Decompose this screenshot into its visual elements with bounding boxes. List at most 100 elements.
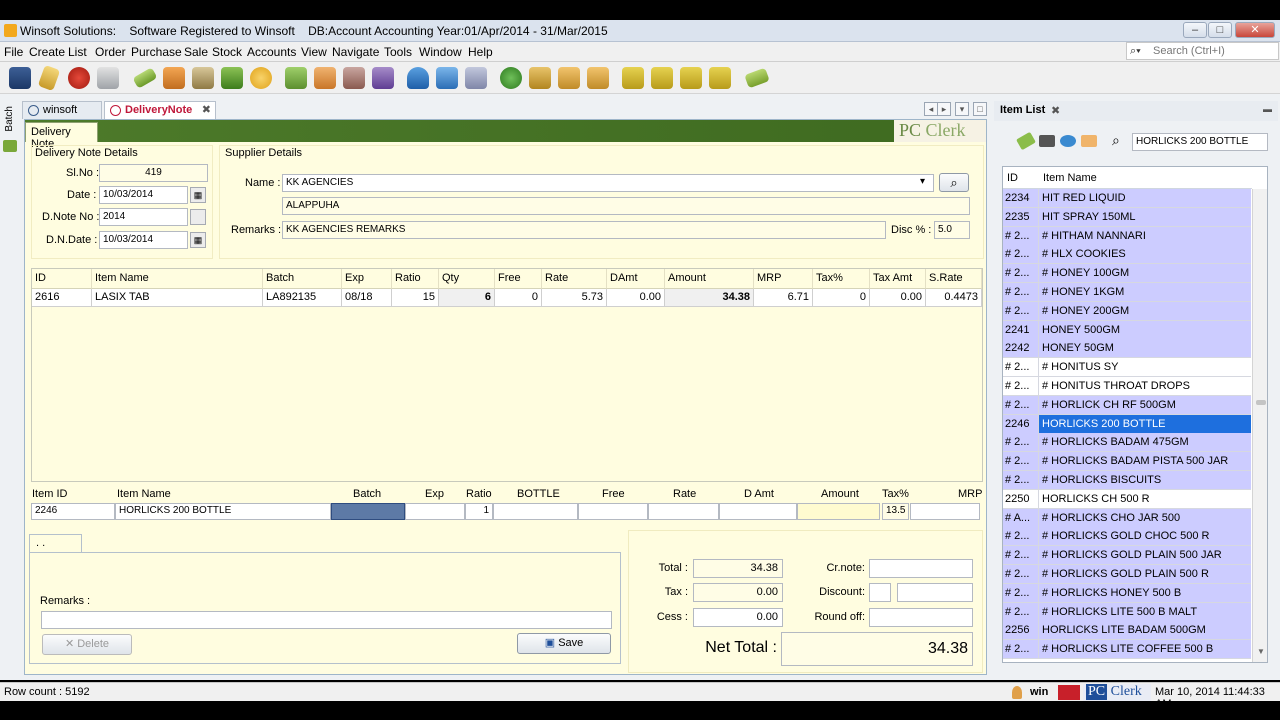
entry-damt-field[interactable] [719,503,797,520]
global-search-input[interactable]: ⌕▾ Search (Ctrl+I) [1126,42,1279,60]
folder-in-icon[interactable] [558,67,580,89]
col-mrp[interactable]: MRP [754,269,813,289]
entry-exp-field[interactable] [405,503,465,520]
search-icon[interactable]: ⌕ [1112,132,1120,149]
upload-icon[interactable] [529,67,551,89]
scroll-thumb[interactable] [1256,400,1266,405]
table-cell[interactable]: 5.73 [542,289,607,307]
roundoff-field[interactable] [869,608,973,627]
menu-purchase[interactable]: Purchase [131,45,182,59]
list-item[interactable]: # 2... # HONITUS THROAT DROPS [1003,377,1251,396]
calendar-icon[interactable]: ▦ [190,232,206,248]
add-item-icon[interactable] [465,67,487,89]
menu-navigate[interactable]: Navigate [332,45,379,59]
dnote-lookup-button[interactable] [190,209,206,225]
date-field[interactable]: 10/03/2014 [99,186,188,204]
entry-amount-field[interactable] [797,503,880,520]
close-icon[interactable]: ✖ [1051,104,1060,117]
menu-view[interactable]: View [301,45,327,59]
list-item[interactable]: # 2... # HORLICKS GOLD CHOC 500 R [1003,527,1251,547]
label-icon[interactable] [744,67,770,89]
list-item[interactable]: # 2... # HORLICKS BISCUITS [1003,471,1251,490]
list-item[interactable]: 2241 HONEY 500GM [1003,320,1251,340]
entry-item-id-field[interactable]: 2246 [31,503,115,520]
entry-tax-field[interactable]: 13.5 [882,503,909,520]
list-item[interactable]: 2256 HORLICKS LITE BADAM 500GM [1003,621,1251,641]
supplier-name-select[interactable]: KK AGENCIES [282,174,934,192]
list-item[interactable]: # 2... # HORLICK CH RF 500GM [1003,395,1251,415]
broom-icon[interactable] [37,64,61,92]
tab-next-button[interactable]: ▸ [937,102,951,116]
menu-order[interactable]: Order [95,45,126,59]
list-item[interactable]: 2234 HIT RED LIQUID [1003,189,1251,208]
tab-winsoft[interactable]: winsoft [22,101,102,119]
batch-side-tab[interactable]: Batch [0,100,20,160]
cess-field[interactable]: 0.00 [693,608,783,627]
report-1-icon[interactable] [622,67,644,89]
total-field[interactable]: 34.38 [693,559,783,578]
list-item[interactable]: 2246 HORLICKS 200 BOTTLE [1003,414,1251,434]
tax-field[interactable]: 0.00 [693,583,783,602]
col-id[interactable]: ID [1003,167,1039,189]
entry-batch-field[interactable] [331,503,405,520]
list-item[interactable]: # 2... # HITHAM NANNARI [1003,226,1251,246]
item-search-input[interactable]: HORLICKS 200 BOTTLE [1132,133,1268,151]
save-button[interactable]: ▣ Save [517,633,611,654]
minimize-button[interactable]: – [1183,22,1207,38]
entry-mrp-field[interactable] [910,503,980,520]
supplier-address-field[interactable]: ALAPPUHA [282,197,970,215]
scroll-down-icon[interactable]: ▼ [1257,647,1265,656]
money-icon[interactable] [500,67,522,89]
pen-green-icon[interactable] [285,67,307,89]
table-cell[interactable]: 6.71 [754,289,813,307]
list-item[interactable]: # 2... # HORLICKS BADAM PISTA 500 JAR [1003,452,1251,472]
table-cell[interactable]: 0 [495,289,542,307]
list-item[interactable]: 2250 HORLICKS CH 500 R [1003,489,1251,509]
entry-ratio-field[interactable]: 1 [465,503,493,520]
rx-icon[interactable] [250,67,272,89]
entry-item-name-field[interactable]: HORLICKS 200 BOTTLE [115,503,331,520]
col-s-rate[interactable]: S.Rate [926,269,982,289]
alert-icon[interactable] [1058,685,1080,700]
table-cell[interactable]: 6 [439,289,495,307]
col-exp[interactable]: Exp [342,269,392,289]
invoice-icon[interactable] [314,67,336,89]
table-cell[interactable]: 08/18 [342,289,392,307]
supplier-remarks-field[interactable]: KK AGENCIES REMARKS [282,221,886,239]
col-rate[interactable]: Rate [542,269,607,289]
entry-bottle-field[interactable] [493,503,578,520]
table-cell[interactable]: LASIX TAB [92,289,263,307]
bottom-remarks-field[interactable] [41,611,612,629]
supplier-search-button[interactable]: ⌕ [939,173,969,192]
net-total-field[interactable]: 34.38 [781,632,973,666]
col-id[interactable]: ID [32,269,92,289]
col-tax-amt[interactable]: Tax Amt [870,269,926,289]
list-item[interactable]: # 2... # HONEY 200GM [1003,301,1251,321]
refresh-icon[interactable] [1060,135,1076,147]
pill-icon[interactable] [1016,131,1036,151]
list-item[interactable]: # 2... # HORLICKS LITE 500 B MALT [1003,602,1251,622]
list-item[interactable]: # 2... # HLX COOKIES [1003,245,1251,265]
list-item[interactable]: 2242 HONEY 50GM [1003,339,1251,359]
hand-icon[interactable] [1081,135,1097,147]
bottom-tab[interactable]: . . [29,534,82,553]
tab-prev-button[interactable]: ◂ [924,102,938,116]
menu-help[interactable]: Help [468,45,493,59]
list-item[interactable]: # 2... # HONEY 100GM [1003,264,1251,284]
col-item-name[interactable]: Item Name [92,269,263,289]
menu-file[interactable]: File [4,45,23,59]
search-icon[interactable]: ⌕▾ [1130,45,1141,58]
col-amount[interactable]: Amount [665,269,754,289]
restore-button[interactable]: □ [1208,22,1232,38]
tab-deliverynote[interactable]: DeliveryNote ✖ [104,101,216,119]
cart-icon[interactable] [192,67,214,89]
list-item[interactable]: # A... # HORLICKS CHO JAR 500 [1003,508,1251,528]
printer-icon[interactable] [1039,135,1055,147]
table-cell[interactable]: 0.00 [870,289,926,307]
table-cell[interactable]: 0.00 [607,289,665,307]
menu-window[interactable]: Window [419,45,462,59]
item-list-scrollbar[interactable]: ▼ [1252,189,1267,662]
table-cell[interactable]: 0 [813,289,870,307]
user-icon[interactable] [407,67,429,89]
dnote-no-field[interactable]: 2014 [99,208,188,226]
